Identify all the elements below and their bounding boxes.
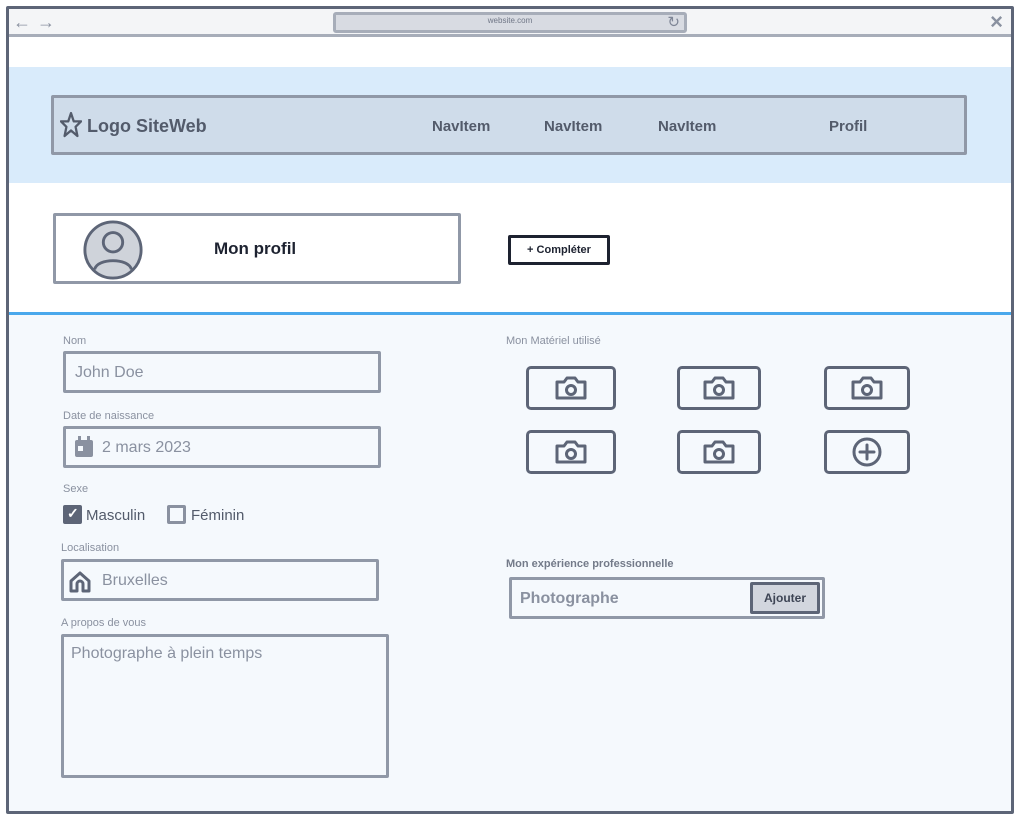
camera-icon (851, 376, 883, 400)
equipment-tile-2[interactable] (677, 366, 761, 410)
nav-item-3[interactable]: NavItem (658, 118, 716, 135)
home-icon (69, 571, 91, 593)
nav-item-1[interactable]: NavItem (432, 118, 490, 135)
birthdate-value: 2 mars 2023 (102, 439, 191, 456)
location-value: Bruxelles (102, 572, 168, 589)
equipment-tile-3[interactable] (824, 366, 910, 410)
name-input[interactable]: John Doe (63, 351, 381, 393)
location-label: Localisation (61, 542, 120, 554)
checkbox-masculin[interactable]: ✓ (63, 505, 82, 524)
experience-input[interactable]: Photographe Ajouter (509, 577, 825, 619)
experience-value: Photographe (520, 590, 619, 607)
header: Logo SiteWeb NavItem NavItem NavItem Pro… (9, 67, 1011, 183)
birthdate-input[interactable]: 2 mars 2023 (63, 426, 381, 468)
reload-icon[interactable]: ↻ (667, 13, 680, 31)
avatar-icon (83, 220, 143, 280)
page-title: Mon profil (214, 239, 297, 258)
name-value: John Doe (75, 364, 144, 381)
equipment-tile-1[interactable] (526, 366, 616, 410)
checkbox-masculin-label: Masculin (86, 507, 146, 524)
birthdate-label: Date de naissance (63, 410, 155, 422)
star-icon (60, 111, 82, 138)
equipment-label: Mon Matériel utilisé (506, 335, 601, 347)
sex-label: Sexe (63, 483, 89, 495)
logo[interactable]: Logo SiteWeb (87, 116, 207, 137)
add-experience-button[interactable]: Ajouter (750, 582, 820, 614)
about-value: Photographe à plein temps (71, 645, 263, 662)
plus-circle-icon (852, 437, 882, 467)
close-icon[interactable]: × (990, 9, 1003, 35)
location-input[interactable]: Bruxelles (61, 559, 379, 601)
nav-profile-link[interactable]: Profil (829, 118, 867, 135)
back-arrow-icon[interactable]: ← (13, 11, 31, 33)
browser-window: ← → website.com ↻ × Logo SiteWeb NavItem… (6, 6, 1014, 814)
browser-toolbar: ← → website.com ↻ × (9, 9, 1011, 37)
camera-icon (555, 376, 587, 400)
address-bar[interactable]: website.com ↻ (333, 12, 687, 33)
checkbox-feminin-label: Féminin (191, 507, 245, 524)
checkbox-feminin[interactable] (167, 505, 186, 524)
calendar-icon (75, 436, 93, 457)
add-equipment-tile[interactable] (824, 430, 910, 474)
profile-card: Mon profil (53, 213, 461, 284)
nav-item-2[interactable]: NavItem (544, 118, 602, 135)
camera-icon (703, 440, 735, 464)
camera-icon (555, 440, 587, 464)
equipment-tile-5[interactable] (677, 430, 761, 474)
about-textarea[interactable]: Photographe à plein temps (61, 634, 389, 778)
equipment-tile-4[interactable] (526, 430, 616, 474)
experience-label: Mon expérience professionnelle (506, 558, 674, 570)
profile-form-panel: Nom John Doe Date de naissance 2 mars 20… (9, 312, 1011, 811)
complete-button[interactable]: + Compléter (508, 235, 610, 265)
name-label: Nom (63, 335, 87, 347)
check-icon: ✓ (67, 505, 79, 521)
forward-arrow-icon[interactable]: → (37, 11, 55, 33)
url-text: website.com (487, 16, 533, 25)
camera-icon (703, 376, 735, 400)
navbar: Logo SiteWeb NavItem NavItem NavItem Pro… (51, 95, 967, 155)
about-label: A propos de vous (61, 617, 147, 629)
